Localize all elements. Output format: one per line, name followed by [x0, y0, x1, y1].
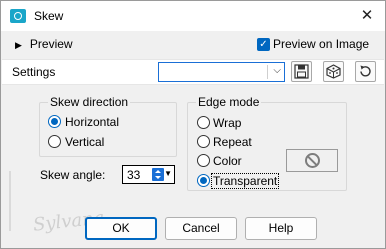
expand-arrow-icon: ▶ — [15, 40, 22, 50]
edge-color-swatch[interactable] — [286, 149, 338, 172]
radio-wrap[interactable] — [197, 116, 210, 129]
radio-vertical-label: Vertical — [65, 135, 105, 149]
preview-label: Preview — [29, 37, 73, 51]
radio-repeat-label: Repeat — [213, 135, 252, 149]
radio-horizontal-label: Horizontal — [65, 115, 120, 129]
dialog-title: Skew — [34, 9, 64, 23]
spin-arrows-icon[interactable] — [152, 168, 164, 181]
skew-direction-group: Skew direction — [39, 95, 177, 157]
help-button[interactable]: Help — [245, 217, 317, 240]
randomize-button[interactable] — [323, 61, 344, 82]
radio-transparent[interactable] — [197, 174, 210, 187]
radio-transparent-label: Transparent — [211, 173, 280, 189]
settings-label: Settings — [12, 65, 56, 79]
skew-angle-label: Skew angle: — [40, 168, 106, 182]
radio-wrap-label: Wrap — [213, 116, 242, 130]
save-preset-button[interactable] — [291, 61, 312, 82]
radio-color-label: Color — [213, 154, 242, 168]
preview-on-image-label: Preview on Image — [273, 37, 370, 51]
skew-angle-spinbox[interactable]: 33 ▼ — [122, 165, 175, 184]
app-icon — [10, 9, 26, 23]
ok-button[interactable]: OK — [85, 217, 157, 240]
no-color-icon — [305, 153, 320, 168]
radio-horizontal[interactable] — [48, 115, 61, 128]
skew-angle-value: 33 — [127, 168, 141, 182]
save-icon — [294, 64, 309, 79]
dropdown-separator — [267, 65, 268, 79]
dropdown-arrow-icon[interactable]: ▼ — [164, 169, 172, 178]
radio-repeat[interactable] — [197, 135, 210, 148]
edge-mode-title: Edge mode — [196, 95, 262, 109]
preview-on-image-checkbox[interactable]: ✓ — [257, 38, 270, 51]
dice-icon — [326, 64, 341, 79]
cancel-button[interactable]: Cancel — [165, 217, 237, 240]
preview-toggle[interactable]: ▶ Preview — [15, 37, 73, 51]
skew-dialog: Skew ✕ ▶ Preview ✓ Preview on Image Setti… — [0, 0, 386, 249]
reset-button[interactable] — [355, 61, 376, 82]
close-button[interactable]: ✕ — [349, 1, 385, 31]
chevron-down-icon: ⌵ — [273, 65, 281, 76]
reset-icon — [360, 65, 371, 77]
title-bar: Skew ✕ — [1, 1, 385, 31]
skew-direction-title: Skew direction — [48, 95, 131, 109]
radio-vertical[interactable] — [48, 135, 61, 148]
radio-color[interactable] — [197, 154, 210, 167]
settings-dropdown[interactable]: ⌵ — [158, 62, 285, 82]
